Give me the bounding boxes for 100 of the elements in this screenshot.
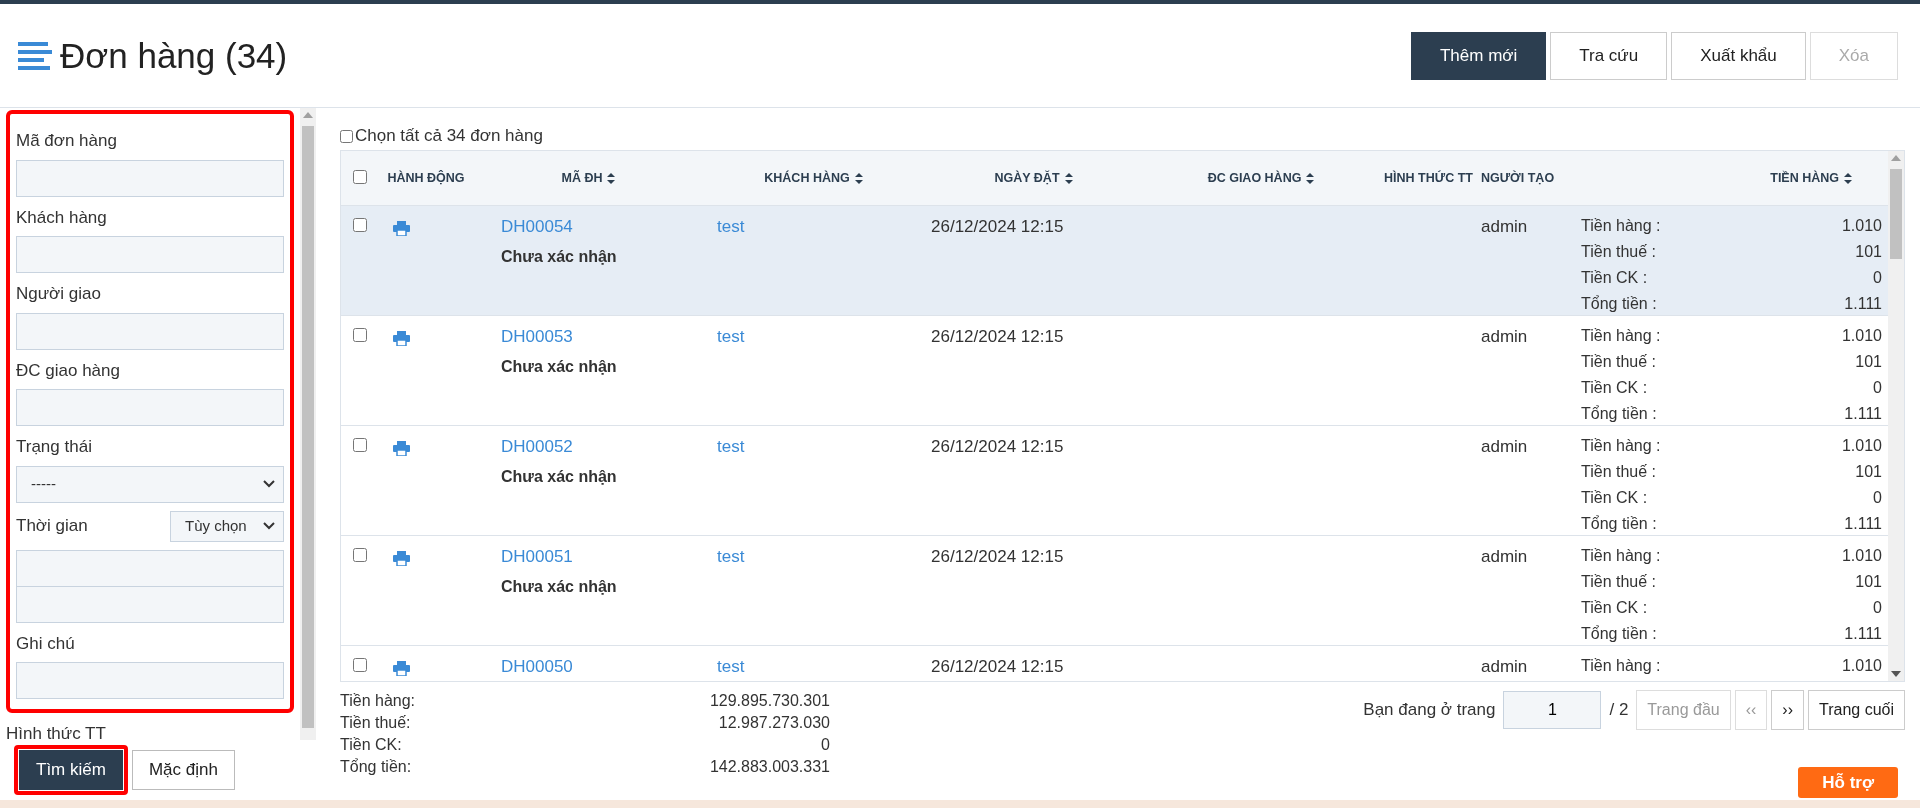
- scroll-down-icon[interactable]: [1891, 671, 1901, 677]
- select-field[interactable]: Tùy chọn: [170, 510, 284, 542]
- scroll-up-icon[interactable]: [303, 112, 313, 118]
- printer-icon[interactable]: [393, 441, 410, 456]
- order-link[interactable]: DH00052: [501, 437, 573, 456]
- sort-icon[interactable]: [854, 172, 863, 184]
- sort-icon[interactable]: [1064, 172, 1073, 184]
- status-text: Chưa xác nhận: [501, 356, 618, 377]
- column-header[interactable]: MÃ ĐH: [561, 170, 616, 185]
- field-label: Mã đơn hàng: [16, 130, 118, 152]
- summary-label: Tiền thuế :: [1581, 462, 1657, 482]
- summary-value: 1.010: [1841, 326, 1882, 346]
- search-button[interactable]: Tìm kiếm: [19, 750, 123, 790]
- field-label: Khách hàng: [16, 206, 108, 229]
- table-cell: 26/12/2024 12:15: [931, 657, 1064, 676]
- column-header[interactable]: KHÁCH HÀNG: [764, 170, 863, 185]
- sort-icon[interactable]: [1844, 172, 1852, 184]
- checkbox-label: Chọn tất cả 34 đơn hàng: [355, 125, 543, 148]
- status-text: Chưa xác nhận: [501, 246, 618, 267]
- summary-label: Tiền thuế :: [1581, 352, 1657, 372]
- order-link[interactable]: DH00053: [501, 327, 573, 346]
- input-field[interactable]: [16, 312, 284, 350]
- total-label: Tiền thuế:: [340, 713, 412, 733]
- scroll-up-icon[interactable]: [1891, 155, 1901, 161]
- summary-value: 1.010: [1841, 436, 1882, 456]
- checkbox[interactable]: [353, 170, 367, 185]
- toolbar-button[interactable]: Xuất khẩu: [1671, 31, 1806, 80]
- scrollbar-thumb[interactable]: [1890, 169, 1902, 259]
- total-value: 129.895.730.301: [708, 691, 830, 711]
- caret-icon: [263, 522, 275, 530]
- summary-value: 1.010: [1841, 216, 1882, 236]
- printer-icon[interactable]: [393, 661, 410, 676]
- page-input[interactable]: 1: [1503, 691, 1602, 729]
- toolbar-button[interactable]: Thêm mới: [1411, 31, 1547, 80]
- order-link[interactable]: DH00050: [501, 657, 573, 676]
- field-label: ĐC giao hàng: [16, 359, 121, 382]
- column-header[interactable]: TIỀN HÀNG: [1770, 170, 1852, 185]
- customer-link[interactable]: test: [717, 437, 745, 456]
- status-text: Chưa xác nhận: [501, 576, 618, 597]
- customer-link[interactable]: test: [717, 327, 745, 346]
- summary-label: Tiền thuế :: [1581, 572, 1657, 592]
- checkbox[interactable]: [340, 129, 353, 143]
- summary-value: 101: [1854, 462, 1882, 482]
- summary-value: 1.111: [1843, 624, 1882, 644]
- column-header[interactable]: ĐC GIAO HÀNG: [1207, 170, 1315, 185]
- printer-icon[interactable]: [393, 331, 410, 346]
- summary-value: 101: [1854, 572, 1882, 592]
- reset-button[interactable]: Mặc định: [131, 750, 235, 790]
- scrollbar-thumb[interactable]: [302, 126, 314, 728]
- summary-value: 1.111: [1843, 514, 1882, 534]
- column-header[interactable]: HÀNH ĐỘNG: [387, 170, 465, 185]
- summary-label: Tổng tiền :: [1581, 294, 1658, 314]
- printer-icon[interactable]: [393, 221, 410, 236]
- sort-icon[interactable]: [607, 172, 616, 184]
- input-field[interactable]: [16, 585, 284, 623]
- toolbar-button[interactable]: Tra cứu: [1550, 31, 1668, 80]
- summary-label: Tiền CK :: [1581, 598, 1649, 618]
- checkbox[interactable]: [353, 218, 367, 232]
- column-header[interactable]: NGƯỜI TẠO: [1481, 170, 1555, 185]
- order-link[interactable]: DH00051: [501, 547, 573, 566]
- input-field[interactable]: [16, 549, 284, 587]
- summary-value: 1.010: [1841, 546, 1882, 566]
- input-field[interactable]: [16, 236, 284, 273]
- table-cell: 26/12/2024 12:15: [931, 547, 1064, 566]
- customer-link[interactable]: test: [717, 547, 745, 566]
- total-value: 12.987.273.030: [717, 713, 830, 733]
- scrollbar[interactable]: [300, 108, 316, 740]
- status-text: Chưa xác nhận: [501, 466, 618, 487]
- total-label: Tổng tiền:: [340, 757, 413, 777]
- checkbox[interactable]: [353, 658, 367, 672]
- total-value: 0: [820, 735, 830, 755]
- checkbox[interactable]: [353, 438, 367, 452]
- customer-link[interactable]: test: [717, 657, 745, 676]
- summary-label: Tổng tiền :: [1581, 624, 1658, 644]
- checkbox[interactable]: [353, 328, 367, 342]
- input-field[interactable]: [16, 159, 284, 197]
- caret-icon: [263, 480, 275, 488]
- pager-button[interactable]: ››: [1771, 690, 1804, 730]
- scrollbar[interactable]: [1888, 151, 1904, 681]
- field-label: Người giao: [16, 283, 102, 305]
- summary-label: Tiền hàng :: [1581, 326, 1662, 346]
- summary-label: Tiền hàng :: [1581, 436, 1662, 456]
- table-cell: admin: [1481, 217, 1528, 236]
- checkbox[interactable]: [353, 548, 367, 562]
- column-header[interactable]: NGÀY ĐẶT: [994, 170, 1073, 185]
- summary-value: 1.111: [1843, 404, 1882, 424]
- input-field[interactable]: [16, 662, 284, 699]
- input-field[interactable]: [16, 389, 284, 426]
- select-field[interactable]: -----: [16, 465, 284, 503]
- field-label: Ghi chú: [16, 632, 76, 655]
- table-cell: 26/12/2024 12:15: [931, 437, 1064, 456]
- printer-icon[interactable]: [393, 551, 410, 566]
- column-header[interactable]: HÌNH THỨC TT: [1384, 170, 1473, 185]
- table-cell: admin: [1481, 437, 1528, 456]
- summary-label: Tiền CK :: [1581, 488, 1649, 508]
- pager-button[interactable]: Trang cuối: [1808, 690, 1905, 730]
- sort-icon[interactable]: [1306, 172, 1315, 184]
- summary-value: 0: [1872, 488, 1882, 508]
- summary-value: 0: [1872, 268, 1882, 288]
- summary-label: Tiền CK :: [1581, 268, 1649, 288]
